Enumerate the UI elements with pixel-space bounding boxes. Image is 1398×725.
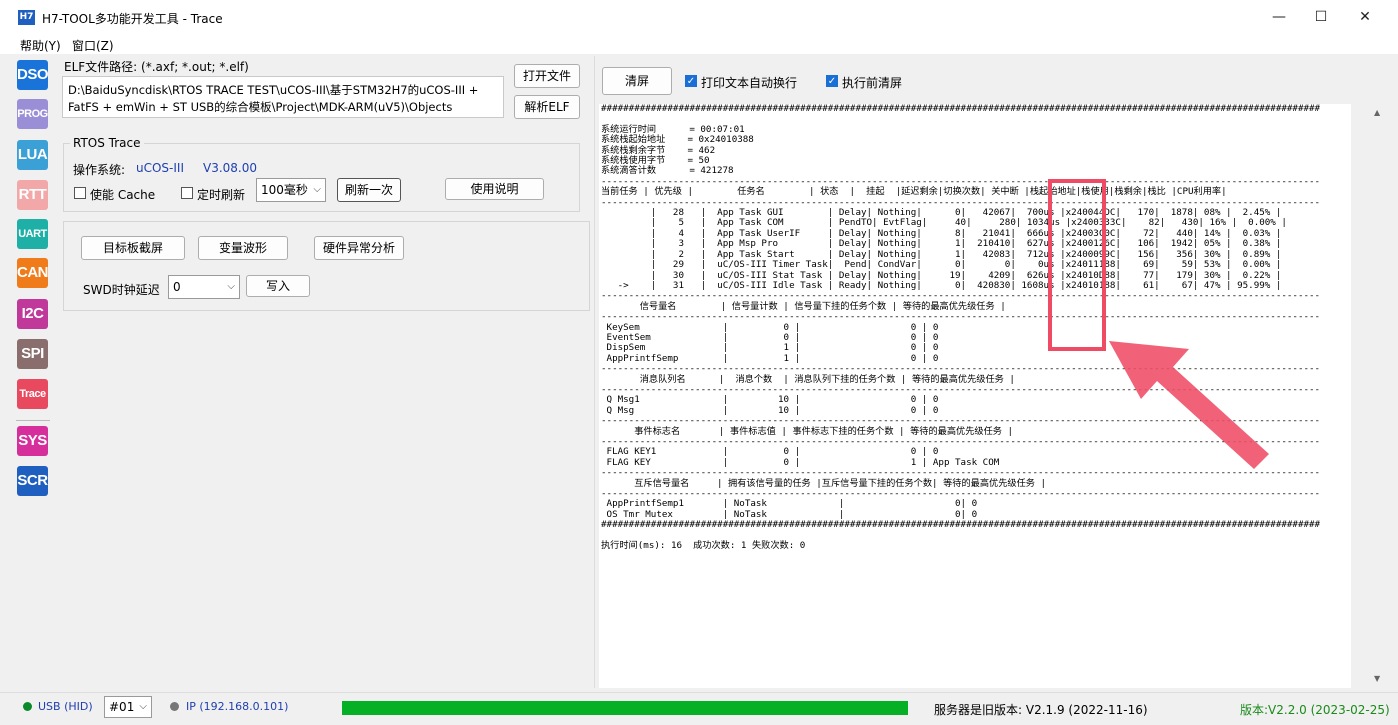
tool-lua-button[interactable]: LUA: [17, 140, 48, 170]
swd-delay-select[interactable]: 0 ⌵: [168, 275, 240, 299]
refresh-interval-value: 100毫秒: [261, 183, 308, 197]
trace-output-text: ########################################…: [601, 104, 1321, 552]
swd-delay-label: SWD时钟延迟: [83, 283, 160, 297]
variable-wave-button[interactable]: 变量波形: [198, 236, 288, 260]
ip-status-label: IP (192.168.0.101): [186, 700, 289, 713]
usb-status-label: USB (HID): [38, 700, 93, 713]
ip-status-icon: [170, 702, 179, 711]
cache-label: 使能 Cache: [90, 188, 156, 202]
clear-before-run-checkbox[interactable]: ✓: [826, 75, 838, 87]
clear-screen-button[interactable]: 清屏: [602, 67, 672, 95]
scroll-up-icon[interactable]: ▲: [1374, 108, 1380, 117]
close-button[interactable]: ✕: [1342, 0, 1388, 34]
elf-path-line1: D:\BaiduSyncdisk\RTOS TRACE TEST\uCOS-II…: [68, 83, 479, 97]
timer-refresh-label: 定时刷新: [197, 188, 246, 202]
auto-wrap-checkbox[interactable]: ✓: [685, 75, 697, 87]
open-file-button[interactable]: 打开文件: [514, 64, 580, 88]
menu-help[interactable]: 帮助(Y): [20, 37, 61, 54]
swd-delay-value: 0: [173, 280, 181, 294]
usb-status-icon: [23, 702, 32, 711]
window-title: H7-TOOL多功能开发工具 - Trace: [42, 12, 223, 26]
os-version: V3.08.00: [203, 161, 258, 175]
board-screenshot-button[interactable]: 目标板截屏: [81, 236, 185, 260]
tool-i2c-button[interactable]: I2C: [17, 299, 48, 329]
trace-output-area[interactable]: ########################################…: [599, 104, 1351, 688]
tool-divider: [16, 420, 50, 421]
device-select[interactable]: #01 ⌵: [104, 696, 152, 718]
os-name: uCOS-III: [136, 161, 184, 175]
menu-window[interactable]: 窗口(Z): [72, 37, 114, 54]
tool-prog-button[interactable]: PROG: [17, 99, 48, 129]
output-scrollbar[interactable]: ▲ ▼: [1371, 104, 1385, 688]
scroll-down-icon[interactable]: ▼: [1374, 674, 1380, 683]
tool-can-button[interactable]: CAN: [17, 258, 49, 288]
chevron-down-icon: ⌵: [313, 184, 321, 195]
server-version-text: 服务器是旧版本: V2.1.9 (2022-11-16): [934, 703, 1148, 717]
app-version-text: 版本:V2.2.0 (2023-02-25): [1240, 703, 1390, 717]
elf-path-field[interactable]: D:\BaiduSyncdisk\RTOS TRACE TEST\uCOS-II…: [62, 76, 504, 118]
refresh-once-button[interactable]: 刷新一次: [337, 178, 401, 202]
tool-scr-button[interactable]: SCR: [17, 466, 48, 496]
usage-help-button[interactable]: 使用说明: [445, 178, 544, 200]
chevron-down-icon: ⌵: [139, 701, 147, 712]
elf-path-line2: FatFS + emWin + ST USB的综合模板\Project\MDK-…: [68, 100, 453, 114]
tool-spi-button[interactable]: SPI: [17, 339, 48, 369]
cache-checkbox[interactable]: [74, 187, 86, 199]
hard-fault-button[interactable]: 硬件异常分析: [314, 236, 404, 260]
tool-trace-button[interactable]: Trace: [17, 379, 48, 409]
progress-bar: [342, 701, 908, 715]
write-button[interactable]: 写入: [246, 275, 310, 297]
auto-wrap-label: 打印文本自动换行: [701, 76, 798, 90]
tool-uart-button[interactable]: UART: [17, 219, 48, 249]
device-id: #01: [109, 700, 135, 714]
os-label: 操作系统:: [73, 163, 126, 177]
refresh-interval-select[interactable]: 100毫秒 ⌵: [256, 178, 326, 202]
timer-refresh-checkbox[interactable]: [181, 187, 193, 199]
app-icon: H7: [18, 10, 35, 25]
tool-rtt-button[interactable]: RTT: [17, 180, 48, 210]
annotation-arrow-icon: [1109, 341, 1269, 469]
tool-dso-button[interactable]: DSO: [17, 60, 49, 90]
parse-elf-button[interactable]: 解析ELF: [514, 95, 580, 119]
maximize-button[interactable]: ☐: [1298, 0, 1344, 34]
rtos-group-title: RTOS Trace: [70, 136, 144, 150]
minimize-button[interactable]: —: [1256, 0, 1302, 34]
tool-sys-button[interactable]: SYS: [17, 426, 48, 456]
menu-bar: [0, 34, 1398, 54]
highlight-box: [1048, 179, 1106, 351]
chevron-down-icon: ⌵: [227, 281, 235, 292]
clear-before-run-label: 执行前清屏: [842, 76, 903, 90]
panel-splitter[interactable]: [594, 56, 595, 688]
elf-path-label: ELF文件路径: (*.axf; *.out; *.elf): [64, 60, 249, 74]
